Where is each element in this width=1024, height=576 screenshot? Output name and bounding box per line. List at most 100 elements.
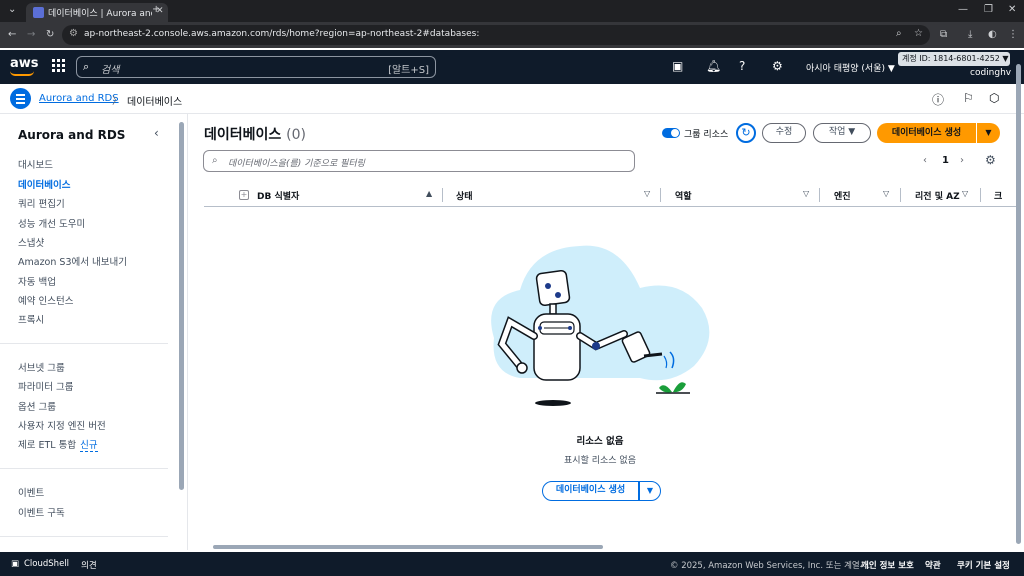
sidebar-item-parameter-groups[interactable]: 파라미터 그룹 [18,379,73,393]
sidebar: Aurora and RDS ‹ 대시보드 데이터베이스 쿼리 편집기 성능 개… [0,114,188,550]
page-title: 데이터베이스 (0) [204,124,306,144]
caret-down-icon: ▼ [985,128,992,137]
services-grid-icon[interactable] [52,59,66,73]
browser-address-bar: ← → ↻ ⚙ ap-northeast-2.console.aws.amazo… [0,22,1024,48]
sidebar-item-events[interactable]: 이벤트 [18,485,44,499]
sidebar-item-automated-backups[interactable]: 자동 백업 [18,274,56,288]
forward-icon[interactable]: → [27,29,35,40]
sort-asc-icon[interactable]: ▲ [426,189,432,198]
url-text: ap-northeast-2.console.aws.amazon.com/rd… [84,29,480,39]
actions-button[interactable]: 작업 ▼ [813,123,871,143]
cloudshell-icon[interactable]: ▣ [672,59,683,73]
aws-logo[interactable]: aws [10,56,39,76]
bookmark-star-icon[interactable]: ☆ [914,28,923,39]
tab-search-icon[interactable]: ⌄ [8,4,16,15]
cloudshell-footer-icon[interactable]: ▣ [11,559,19,569]
column-divider [980,188,981,202]
zoom-icon[interactable]: ⌕ [896,28,902,39]
group-resources-toggle[interactable] [662,128,680,138]
expand-all-icon[interactable]: + [239,190,249,200]
sidebar-item-subnet-groups[interactable]: 서브넷 그룹 [18,360,65,374]
reload-icon[interactable]: ↻ [46,29,54,40]
notifications-bell-icon[interactable]: 🔔︎ [706,59,721,73]
back-icon[interactable]: ← [8,29,16,40]
feedback-link[interactable]: 의견 [81,559,97,571]
next-page-icon[interactable]: › [960,155,964,166]
refresh-button[interactable]: ↻ [736,123,756,143]
empty-state-subtitle: 표시할 리소스 없음 [564,456,636,466]
column-divider [660,188,661,202]
empty-state-title: 리소스 없음 [576,436,624,447]
sort-icon[interactable]: ▽ [962,189,968,198]
notifications-panel-icon[interactable]: ⬡ [989,91,999,105]
user-name[interactable]: codinghv [970,68,1011,78]
filter-input[interactable]: ⌕ 데이터베이스을(를) 기준으로 필터링 [203,150,635,172]
browser-tab[interactable]: 데이터베이스 | Aurora and RDS ✕ [26,3,168,22]
sidebar-item-s3-export[interactable]: Amazon S3에서 내보내기 [18,254,127,268]
hamburger-menu-icon[interactable] [10,88,31,109]
cloudshell-link[interactable]: CloudShell [24,559,69,569]
horizontal-scrollbar[interactable] [205,544,1000,550]
sort-icon[interactable]: ▽ [644,189,650,198]
col-engine[interactable]: 엔진 [834,189,851,202]
col-region-az[interactable]: 리전 및 AZ [915,189,960,202]
sidebar-item-dashboard[interactable]: 대시보드 [18,157,53,171]
sidebar-scrollbar[interactable] [179,122,184,490]
page-number[interactable]: 1 [942,155,949,166]
breadcrumb-aurora-rds[interactable]: Aurora and RDS [39,93,119,104]
close-window-icon[interactable]: ✕ [1008,4,1016,15]
search-placeholder: 검색 [101,65,120,76]
restore-icon[interactable]: ❐ [984,4,993,15]
rds-favicon-icon [33,7,44,18]
footer: ▣ CloudShell 의견 © 2025, Amazon Web Servi… [0,552,1024,576]
privacy-link[interactable]: 개인 정보 보호 [861,559,914,571]
col-status[interactable]: 상태 [456,189,473,202]
search-input[interactable]: ⌕ 검색 [알트+S] [76,56,436,78]
empty-create-database-dropdown[interactable]: ▼ [639,481,661,501]
sidebar-item-zero-etl[interactable]: 제로 ETL 통합 신규 [18,437,98,452]
empty-create-database-button[interactable]: 데이터베이스 생성 [542,481,639,501]
copyright-text: © 2025, Amazon Web Services, Inc. 또는 계열사… [670,561,871,571]
terms-link[interactable]: 약관 [925,559,941,571]
browser-menu-icon[interactable]: ⋮ [1008,29,1018,40]
refresh-icon: ↻ [741,126,751,139]
minimize-icon[interactable]: — [958,4,968,15]
sidebar-item-databases[interactable]: 데이터베이스 [18,177,70,191]
sidebar-item-option-groups[interactable]: 옵션 그룹 [18,399,56,413]
extensions-icon[interactable]: ⧉ [940,29,947,40]
sidebar-divider [0,468,168,469]
download-icon[interactable]: ⤓ [968,29,972,40]
account-id-badge[interactable]: 계정 ID: 1814-6801-4252 ▼ [898,52,1010,66]
prev-page-icon[interactable]: ‹ [923,155,927,166]
sort-icon[interactable]: ▽ [803,189,809,198]
url-field[interactable]: ⚙ ap-northeast-2.console.aws.amazon.com/… [62,25,930,45]
modify-button[interactable]: 수정 [762,123,806,143]
info-icon[interactable]: ⓘ [932,91,944,108]
sidebar-item-custom-engine-versions[interactable]: 사용자 지정 엔진 버전 [18,418,106,432]
sidebar-item-performance-insights[interactable]: 성능 개선 도우미 [18,216,85,230]
col-role[interactable]: 역할 [675,189,692,202]
region-selector[interactable]: 아시아 태평양 (서울) ▼ [806,61,895,74]
settings-gear-icon[interactable]: ⚙ [772,59,783,73]
sidebar-item-snapshots[interactable]: 스냅샷 [18,235,44,249]
sidebar-item-reserved-instances[interactable]: 예약 인스턴스 [18,293,73,307]
col-size[interactable]: 크 [994,189,1002,202]
page-title-text: 데이터베이스 [204,127,282,143]
feedback-icon[interactable]: ⚐ [963,91,974,105]
col-db-identifier[interactable]: DB 식별자 [257,189,299,202]
sidebar-item-event-subscriptions[interactable]: 이벤트 구독 [18,505,65,519]
site-info-icon[interactable]: ⚙ [69,28,78,39]
sidebar-item-proxies[interactable]: 프록시 [18,312,44,326]
create-database-dropdown[interactable]: ▼ [977,123,1000,143]
sort-icon[interactable]: ▽ [883,189,889,198]
cookie-preferences-link[interactable]: 쿠키 기본 설정 [957,559,1010,571]
help-icon[interactable]: ? [739,59,745,73]
create-database-button[interactable]: 데이터베이스 생성 [877,123,976,143]
table-preferences-gear-icon[interactable]: ⚙ [985,153,996,167]
vertical-scrollbar[interactable] [1016,60,1022,550]
close-sidebar-icon[interactable]: ‹ [154,126,159,140]
new-tab-icon[interactable]: + [152,4,160,15]
sidebar-item-query-editor[interactable]: 쿼리 편집기 [18,196,65,210]
zero-etl-label: 제로 ETL 통합 [18,440,77,451]
profile-icon[interactable]: ◐ [988,29,997,40]
